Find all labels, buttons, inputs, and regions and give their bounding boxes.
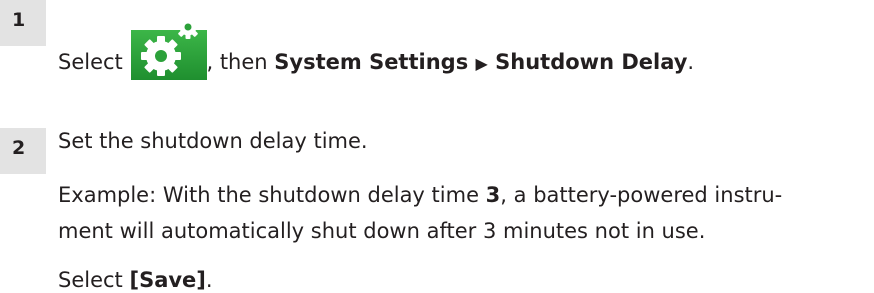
menu-path-shutdown-delay: Shutdown Delay (495, 50, 688, 74)
select-text: Select (58, 50, 130, 74)
example-value: 3 (485, 183, 501, 207)
save-prefix: Select (58, 268, 130, 292)
sentence-end: . (687, 50, 695, 74)
step-1-instruction: Select , then System Settings ▶ Shutdown… (58, 15, 695, 80)
example-suffix: , a battery-powered instru- (500, 183, 783, 207)
example-prefix: Example: With the shutdown delay time (58, 183, 486, 207)
then-text: , then (206, 50, 275, 74)
step-number-1: 1 (0, 0, 46, 46)
menu-path-system-settings: System Settings (274, 50, 469, 74)
example-line-2: ment will automatically shut down after … (58, 219, 706, 243)
save-button-label: [Save] (129, 268, 206, 292)
save-end: . (205, 268, 213, 292)
save-instruction: Select [Save]. (58, 270, 213, 291)
settings-gears-icon[interactable] (131, 12, 208, 80)
step-number-text: 1 (12, 9, 26, 31)
triangle-right-icon: ▶ (475, 54, 488, 73)
example-line-1: Example: With the shutdown delay time 3,… (58, 185, 782, 206)
step-number-text: 2 (12, 137, 26, 159)
step-number-2: 2 (0, 128, 46, 174)
step-2-instruction: Set the shutdown delay time. (58, 129, 368, 153)
